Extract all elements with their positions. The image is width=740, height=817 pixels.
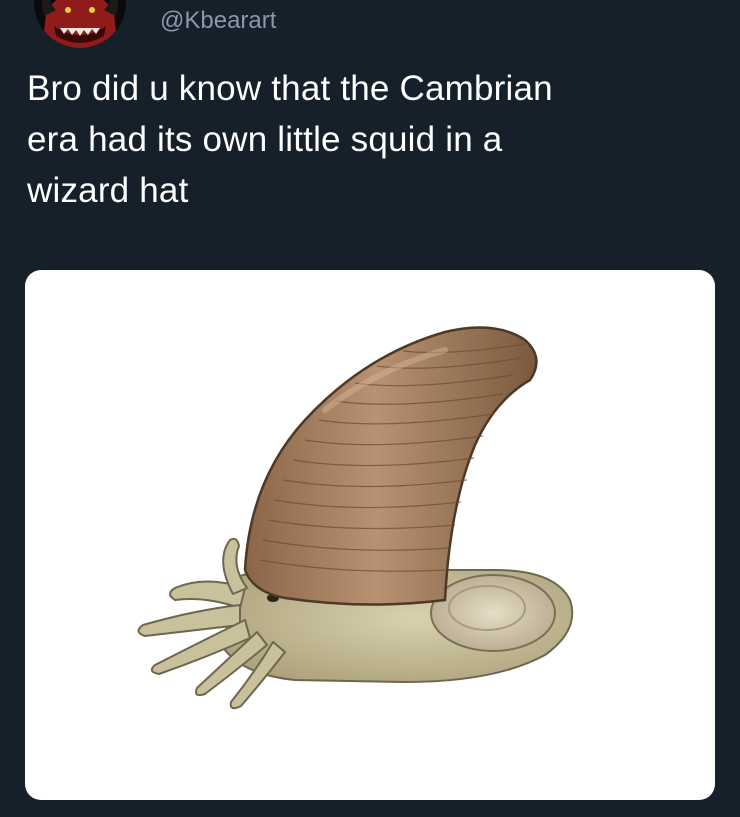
tweet-text: Bro did u know that the Cambrian era had…	[27, 63, 717, 216]
squid-wizard-hat-illustration	[137, 326, 574, 710]
avatar[interactable]	[34, 0, 126, 48]
avatar-demon-icon	[34, 0, 126, 48]
tweet-header: @Kbearart	[0, 0, 740, 56]
tweet: @Kbearart Bro did u know that the Cambri…	[0, 0, 740, 817]
tweet-text-line: era had its own little squid in a	[27, 120, 503, 159]
author-handle[interactable]: @Kbearart	[160, 6, 276, 36]
tweet-text-line: wizard hat	[27, 171, 189, 210]
tweet-media[interactable]	[25, 270, 715, 800]
tweet-text-line: Bro did u know that the Cambrian	[27, 69, 553, 108]
